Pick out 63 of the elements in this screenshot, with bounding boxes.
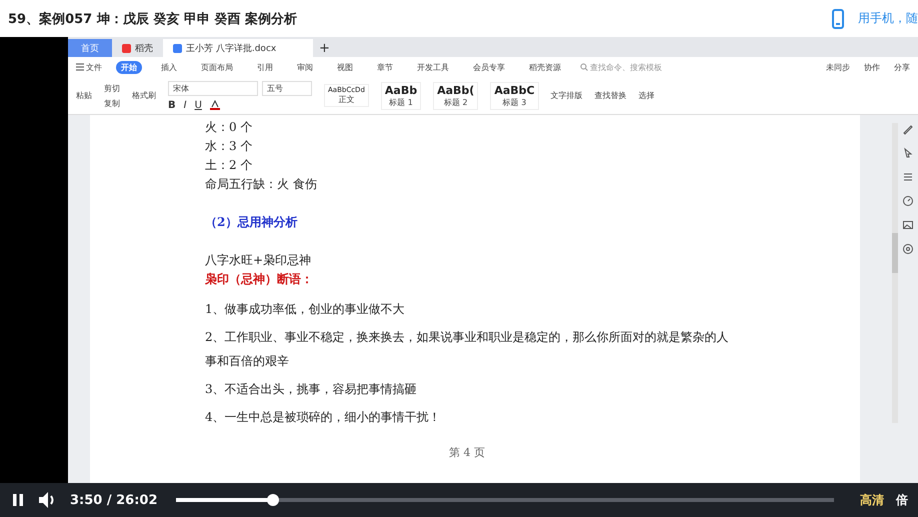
- ribbon-tool[interactable]: 查找替换: [594, 90, 627, 101]
- paste-button[interactable]: 粘贴: [76, 90, 92, 101]
- document-line: 3、不适合出头，挑事，容易把事情搞砸: [205, 381, 418, 398]
- font-color-icon[interactable]: [210, 100, 220, 110]
- page-number: 第 4 页: [449, 445, 486, 460]
- document-icon: [173, 44, 182, 52]
- document-line: 火：0 个: [205, 119, 254, 136]
- document-line: 4、一生中总是被琐碎的，细小的事情干扰！: [205, 409, 442, 426]
- gauge-icon[interactable]: [902, 195, 914, 207]
- sliders-icon[interactable]: [902, 171, 914, 183]
- toolbar-action[interactable]: 分享: [894, 62, 910, 72]
- search-icon[interactable]: [580, 63, 588, 71]
- document-line: 八字水旺+枭印忌神: [205, 252, 312, 269]
- toolbar-action[interactable]: 未同步: [826, 62, 850, 72]
- app-tab[interactable]: 稻壳: [112, 39, 163, 57]
- menu-icon[interactable]: [76, 63, 84, 71]
- format-button[interactable]: I: [184, 100, 187, 110]
- ribbon-tab[interactable]: 开始: [116, 60, 142, 74]
- speed-button[interactable]: 倍: [896, 492, 908, 508]
- pen-icon[interactable]: [902, 123, 914, 135]
- scroll-bar[interactable]: [892, 123, 898, 423]
- ribbon-tab[interactable]: 插入: [156, 60, 182, 74]
- document-line: 1、做事成功率低，创业的事业做不大: [205, 301, 406, 318]
- image-icon[interactable]: [902, 219, 914, 231]
- document-line: 枭印（忌神）断语：: [205, 271, 314, 288]
- format-painter-button[interactable]: 格式刷: [132, 90, 156, 101]
- ribbon-tab[interactable]: 章节: [372, 60, 398, 74]
- ribbon-tab[interactable]: 页面布局: [196, 60, 238, 74]
- ribbon-tab[interactable]: 稻壳资源: [524, 60, 566, 74]
- ribbon-tool[interactable]: 文字排版: [550, 90, 583, 101]
- app-tab[interactable]: +: [313, 39, 336, 57]
- pause-button[interactable]: [10, 492, 26, 508]
- ribbon-tab[interactable]: 引用: [252, 60, 278, 74]
- playback-time: 3:50 / 26:02: [70, 492, 158, 508]
- copy-button[interactable]: 复制: [104, 98, 120, 108]
- style-preset[interactable]: AaBb( 标题 2: [433, 82, 478, 110]
- phone-icon: [832, 8, 844, 28]
- mobile-link[interactable]: 用手机，随: [858, 10, 918, 27]
- cut-button[interactable]: 剪切: [104, 82, 120, 94]
- docer-icon: [122, 44, 131, 52]
- toolbar-action[interactable]: 协作: [864, 62, 880, 72]
- font-field[interactable]: 宋体: [168, 80, 258, 96]
- document-line: 2、工作职业、事业不稳定，换来换去，如果说事业和职业是稳定的，那么你所面对的就是繁杂的人事和百倍的艰辛: [205, 329, 730, 370]
- ribbon-tab[interactable]: 开发工具: [412, 60, 454, 74]
- document-line: （2）忌用神分析: [205, 214, 298, 231]
- document-line: 水：3 个: [205, 138, 254, 155]
- quality-button[interactable]: 高清: [860, 492, 884, 508]
- format-button[interactable]: B: [168, 100, 176, 110]
- cursor-icon[interactable]: [902, 147, 914, 159]
- file-menu[interactable]: 文件: [86, 62, 102, 72]
- document-line: 命局五行缺：火 食伤: [205, 176, 318, 193]
- ribbon-tab[interactable]: 视图: [332, 60, 358, 74]
- document-line: 土：2 个: [205, 157, 254, 174]
- format-button[interactable]: U: [194, 100, 202, 110]
- style-preset[interactable]: AaBbC 标题 3: [490, 82, 539, 110]
- style-preset[interactable]: AaBb 标题 1: [380, 82, 422, 110]
- ribbon-tool[interactable]: 选择: [638, 90, 655, 101]
- app-tab[interactable]: 王小芳 八字详批.docx: [163, 39, 313, 57]
- font-size-field[interactable]: 五号: [262, 80, 312, 96]
- video-title: 59、案例057 坤：戊辰 癸亥 甲申 癸酉 案例分析: [8, 10, 298, 28]
- ribbon-tab[interactable]: 审阅: [292, 60, 318, 74]
- settings-icon[interactable]: [902, 243, 914, 255]
- ribbon-tab[interactable]: 会员专享: [468, 60, 510, 74]
